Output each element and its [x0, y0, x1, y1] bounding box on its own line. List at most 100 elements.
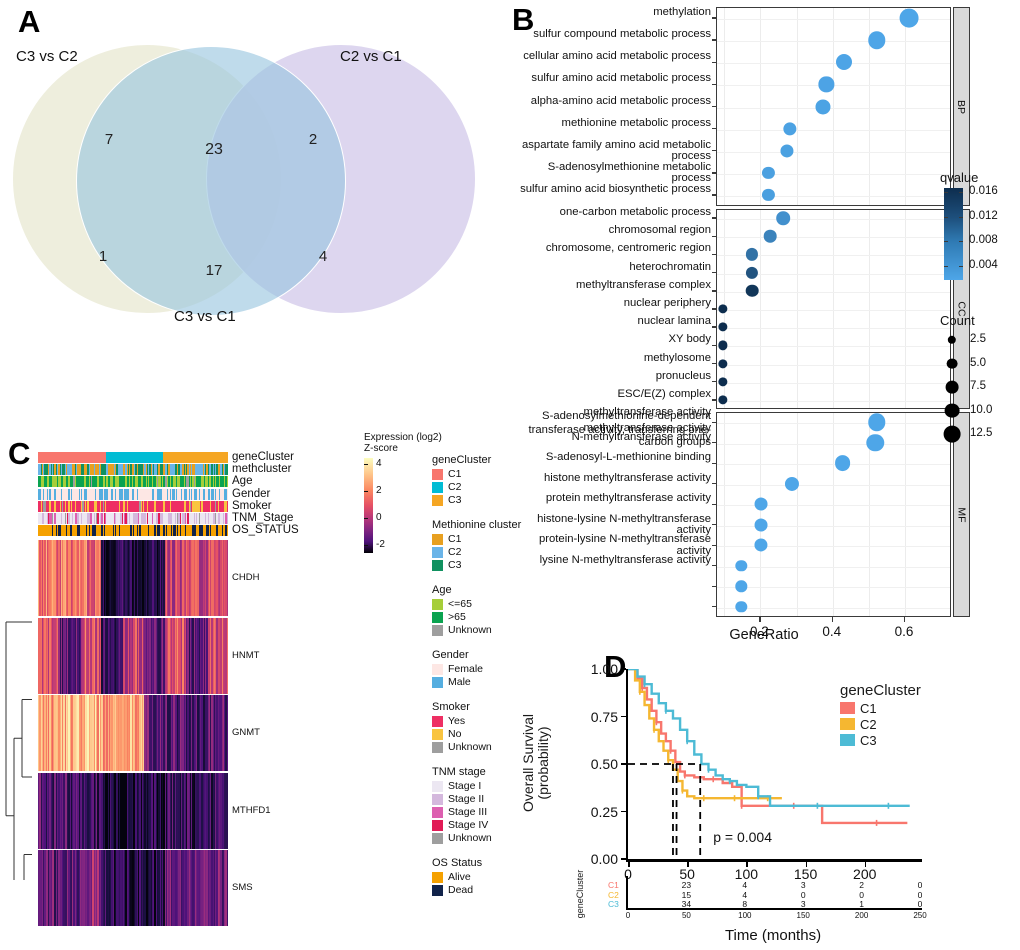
- risk-row-label-C3: C3: [608, 899, 619, 909]
- legend-item-label: Stage III: [448, 806, 488, 818]
- gene-label-SMS: SMS: [232, 882, 253, 893]
- go-term-label: sulfur amino acid metabolic process: [531, 72, 711, 85]
- axis-tick: [712, 61, 716, 63]
- risk-count: 0: [917, 880, 923, 890]
- km-legend-swatch-C2: [840, 718, 855, 730]
- legend-item-label: C3: [448, 494, 462, 506]
- risk-count: 0: [917, 899, 923, 909]
- risk-time-label: 200: [854, 911, 869, 920]
- heatmap-gene-block-CHDH: [38, 540, 228, 616]
- risk-count: 23: [681, 880, 692, 890]
- km-legend-swatch-C1: [840, 702, 855, 714]
- axis-tick: [712, 271, 716, 274]
- gridline-v: [760, 210, 762, 408]
- annotation-row-methcluster: [38, 464, 228, 476]
- km-y-tick-label: 0.75: [590, 708, 618, 725]
- km-y-tick-label: 1.00: [590, 661, 618, 677]
- gridline-h: [717, 346, 950, 348]
- go-term-label: cellular amino acid metabolic process: [523, 50, 711, 63]
- km-y-tick-label: 0.00: [590, 851, 618, 867]
- gridline-h: [717, 364, 950, 366]
- legend-item-label: Unknown: [448, 741, 492, 753]
- km-legend-title: geneCluster: [840, 682, 921, 699]
- annotation-cell: [226, 513, 228, 524]
- qvalue-tick: [959, 192, 963, 193]
- gridline-h: [717, 484, 950, 486]
- axis-tick: [712, 290, 716, 292]
- km-legend-label-C1: C1: [860, 701, 877, 716]
- qvalue-legend-title: qvalue: [940, 170, 979, 185]
- legend-item-label: Yes: [448, 715, 466, 727]
- risk-count: 2: [859, 880, 864, 890]
- legend-swatch: [432, 794, 443, 805]
- qvalue-tick: [944, 216, 948, 218]
- axis-tick: [712, 344, 716, 347]
- facet-panel-MF: [716, 412, 951, 617]
- annotation-row-label: Gender: [232, 487, 271, 500]
- legend-swatch: [432, 625, 443, 636]
- go-term-label: methylation: [653, 6, 711, 19]
- facet-strip-label: BP: [955, 99, 968, 114]
- qvalue-tick: [959, 241, 963, 243]
- gridline-v: [832, 8, 834, 205]
- qvalue-tick: [944, 192, 948, 193]
- dot-BP-4: [815, 98, 831, 115]
- gridline-v: [796, 8, 798, 205]
- annotation-row-geneCluster: [38, 452, 228, 463]
- gridline-v: [760, 8, 762, 205]
- x-tick: [759, 617, 761, 622]
- gridline-h: [717, 525, 950, 527]
- legend-title-Methionine cluster: Methionine cluster: [432, 519, 522, 531]
- expression-tick: [364, 518, 368, 519]
- venn-label-c2vsc1: C2 vs C1: [340, 48, 402, 65]
- gridline-h: [717, 151, 950, 153]
- legend-swatch: [432, 781, 443, 792]
- legend-title-TNM stage: TNM stage: [432, 766, 486, 778]
- count-label: 10.0: [970, 403, 993, 416]
- gridline-h: [717, 107, 950, 109]
- legend-item-label: >65: [448, 611, 466, 623]
- gridline-h: [717, 41, 950, 43]
- facet-panel-CC: [716, 209, 951, 409]
- gridline-h: [717, 382, 950, 384]
- risk-time-label: 150: [796, 911, 810, 920]
- qvalue-tick: [944, 241, 948, 243]
- annotation-row-TNM_Stage: [38, 513, 228, 524]
- gridline-h: [717, 566, 950, 568]
- axis-tick: [712, 606, 716, 608]
- axis-tick: [712, 217, 716, 219]
- gridline-v: [796, 210, 798, 408]
- axis-tick: [712, 381, 716, 383]
- legend-swatch: [432, 469, 443, 480]
- legend-swatch: [432, 807, 443, 818]
- axis-tick: [712, 399, 716, 401]
- legend-swatch: [432, 547, 443, 558]
- legend-item-label: Male: [448, 676, 471, 688]
- axis-tick: [712, 421, 716, 423]
- facet-strip-label: MF: [955, 506, 968, 523]
- risk-count: 0: [800, 889, 806, 900]
- risk-table-title: geneCluster: [575, 869, 585, 919]
- legend-item-label: No: [448, 728, 462, 740]
- axis-tick: [712, 585, 716, 587]
- annotation-row-label: geneCluster: [232, 451, 295, 463]
- axis-tick: [712, 483, 716, 485]
- go-term-label: heterochromatin: [629, 260, 711, 273]
- km-y-tick: [621, 858, 626, 860]
- count-label: 5.0: [970, 356, 986, 369]
- go-term-label: lysine N-methyltransferase activity: [539, 553, 711, 566]
- go-term-label: nuclear periphery: [623, 297, 711, 309]
- go-term-label: ESC/E(Z) complex: [617, 387, 711, 400]
- annotation-row-Gender: [38, 488, 228, 500]
- x-tick-label: 0.6: [894, 624, 914, 639]
- legend-item-label: C2: [448, 546, 462, 558]
- venn-label-c3vsc1: C3 vs C1: [174, 308, 236, 325]
- legend-swatch: [432, 742, 443, 753]
- expression-tick-label: 0: [376, 512, 382, 523]
- expression-tick: [364, 545, 368, 546]
- gridline-h: [717, 63, 950, 65]
- annotation-block: [163, 452, 228, 463]
- count-dot-5.0: [946, 358, 958, 369]
- km-y-tick: [621, 810, 626, 813]
- axis-tick: [712, 83, 716, 86]
